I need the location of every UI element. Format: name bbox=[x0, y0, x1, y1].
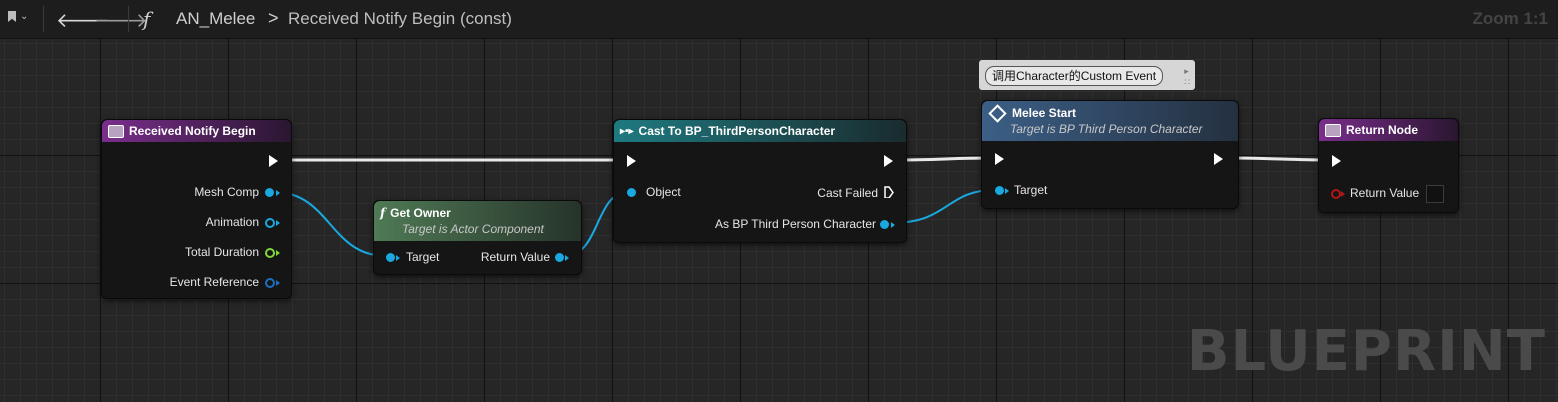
exec-out-pin[interactable] bbox=[1214, 153, 1223, 165]
node-title: Melee Start bbox=[1012, 106, 1077, 120]
node-header: Melee Start Target is BP Third Person Ch… bbox=[982, 101, 1238, 141]
exec-out-pin[interactable] bbox=[269, 155, 278, 167]
cast-icon: ▸•▸ bbox=[620, 125, 634, 137]
exec-in-pin[interactable] bbox=[627, 155, 636, 167]
comment-text: 调用Character的Custom Event bbox=[985, 66, 1164, 86]
exec-wire bbox=[892, 156, 993, 162]
return-value-output-pin[interactable] bbox=[555, 253, 564, 262]
node-header: Received Notify Begin bbox=[102, 120, 291, 142]
pin-label: Total Duration bbox=[184, 245, 259, 259]
pin-arrow-icon bbox=[396, 255, 400, 261]
total-duration-pin[interactable] bbox=[265, 248, 275, 258]
pin-arrow-icon bbox=[276, 220, 280, 226]
animation-pin[interactable] bbox=[265, 218, 275, 228]
pin-label: Target bbox=[1014, 183, 1048, 197]
node-cast-to-bp-third-person[interactable]: ▸•▸ Cast To BP_ThirdPersonCharacter Obje… bbox=[613, 119, 907, 243]
pin-label: Mesh Comp bbox=[194, 185, 259, 199]
exec-in-pin[interactable] bbox=[1332, 155, 1341, 167]
mesh-comp-pin[interactable] bbox=[265, 188, 274, 197]
node-comment-bubble[interactable]: 调用Character的Custom Event ▸ ∷ bbox=[979, 60, 1195, 90]
pin-arrow-icon bbox=[1005, 188, 1009, 194]
custom-event-call-icon bbox=[988, 103, 1007, 123]
function-entry-icon bbox=[108, 124, 124, 138]
pin-arrow-icon bbox=[1341, 191, 1345, 197]
return-value-checkbox[interactable] bbox=[1426, 185, 1444, 203]
blueprint-watermark: BLUEPRINT bbox=[1186, 319, 1546, 384]
event-reference-pin[interactable] bbox=[265, 278, 275, 288]
cast-failed-exec-pin[interactable] bbox=[884, 186, 894, 198]
exec-wire bbox=[1224, 156, 1331, 162]
node-received-notify-begin[interactable]: Received Notify Begin Mesh Comp Animatio… bbox=[101, 119, 292, 299]
node-title: Received Notify Begin bbox=[129, 124, 256, 138]
pin-label: Animation bbox=[205, 215, 259, 229]
node-title: Cast To BP_ThirdPersonCharacter bbox=[638, 124, 836, 138]
pin-label: Cast Failed bbox=[817, 186, 878, 200]
target-input-pin[interactable] bbox=[386, 253, 395, 262]
pin-label: Event Reference bbox=[169, 275, 259, 289]
pin-label: Return Value bbox=[480, 250, 550, 264]
object-input-pin[interactable] bbox=[627, 188, 636, 197]
pin-label: Target bbox=[406, 250, 440, 264]
function-icon: f bbox=[380, 206, 386, 220]
node-title: Return Node bbox=[1346, 123, 1418, 137]
pin-arrow-icon bbox=[276, 190, 280, 196]
return-value-input-pin[interactable] bbox=[1331, 189, 1341, 199]
pin-label: As BP Third Person Character bbox=[715, 217, 876, 231]
pin-arrow-icon bbox=[276, 280, 280, 286]
pin-comment-icon[interactable]: ▸ ∷ bbox=[1184, 66, 1190, 88]
target-input-pin[interactable] bbox=[995, 186, 1004, 195]
node-header: f Get Owner Target is Actor Component bbox=[374, 201, 581, 241]
node-get-owner[interactable]: f Get Owner Target is Actor Component Ta… bbox=[373, 200, 582, 275]
as-bp-third-person-output-pin[interactable] bbox=[880, 220, 889, 229]
node-subtitle: Target is Actor Component bbox=[402, 222, 544, 236]
node-title: Get Owner bbox=[390, 206, 451, 220]
exec-out-pin[interactable] bbox=[884, 155, 893, 167]
pin-arrow-icon bbox=[565, 255, 569, 261]
pin-arrow-icon bbox=[276, 250, 280, 256]
pin-arrow-icon bbox=[891, 222, 895, 228]
exec-in-pin[interactable] bbox=[995, 153, 1004, 165]
node-return-node[interactable]: Return Node Return Value bbox=[1318, 118, 1459, 213]
function-return-icon bbox=[1325, 123, 1341, 137]
node-subtitle: Target is BP Third Person Character bbox=[1010, 122, 1203, 136]
pin-label: Object bbox=[646, 185, 681, 199]
node-melee-start[interactable]: Melee Start Target is BP Third Person Ch… bbox=[981, 100, 1239, 209]
node-header: ▸•▸ Cast To BP_ThirdPersonCharacter bbox=[614, 120, 906, 142]
pin-label: Return Value bbox=[1350, 186, 1420, 200]
node-header: Return Node bbox=[1319, 119, 1458, 141]
